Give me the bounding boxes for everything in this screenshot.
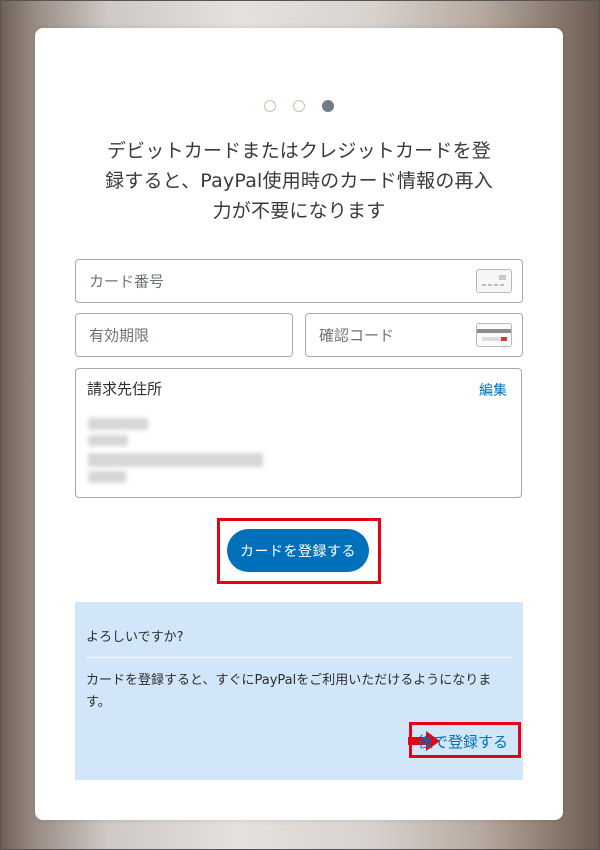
card-back-cvv-icon: [476, 323, 512, 347]
billing-address-box: 請求先住所 編集: [75, 368, 522, 498]
billing-address-title: 請求先住所: [87, 380, 163, 398]
register-card-button[interactable]: カードを登録する: [227, 529, 369, 572]
step-dot-1: [264, 100, 276, 112]
step-dot-2: [293, 100, 305, 112]
security-code-placeholder: 確認コード: [319, 326, 395, 345]
redacted-address-line: [88, 435, 128, 446]
credit-card-icon: [476, 269, 512, 293]
info-divider: [86, 657, 512, 658]
expiry-placeholder: 有効期限: [89, 326, 150, 345]
redacted-address-line: [88, 453, 263, 467]
info-question: よろしいですか?: [86, 630, 184, 645]
add-card-dialog: デビットカードまたはクレジットカードを登録すると、PayPal使用時のカード情報…: [35, 28, 563, 820]
edit-address-link[interactable]: 編集: [479, 380, 507, 400]
card-number-field[interactable]: カード番号: [75, 259, 523, 303]
intro-text: デビットカードまたはクレジットカードを登録すると、PayPal使用時のカード情報…: [105, 140, 493, 222]
redacted-address-line: [88, 471, 126, 483]
expiry-date-field[interactable]: 有効期限: [75, 313, 293, 357]
step-indicator: [35, 100, 563, 112]
register-later-link[interactable]: 後で登録する: [418, 731, 508, 752]
skip-info-panel: よろしいですか? カードを登録すると、すぐにPayPalをご利用いただけるように…: [75, 602, 523, 780]
info-body: カードを登録すると、すぐにPayPalをご利用いただけるようになります。: [86, 673, 492, 710]
security-code-field[interactable]: 確認コード: [305, 313, 523, 357]
step-dot-3-current: [322, 100, 334, 112]
redacted-address-line: [88, 418, 148, 430]
card-number-placeholder: カード番号: [89, 272, 165, 291]
